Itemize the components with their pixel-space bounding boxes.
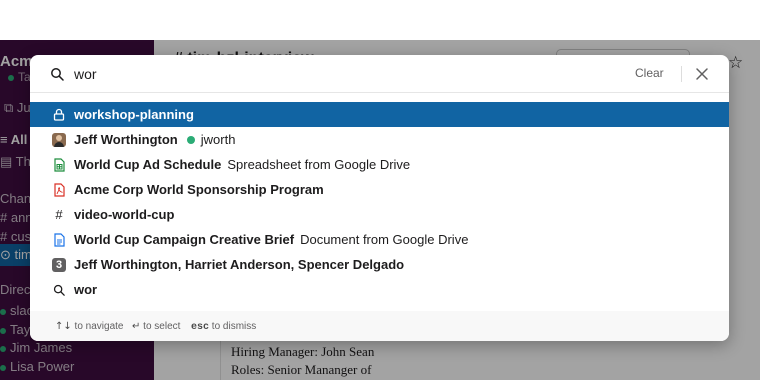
- result-item-file[interactable]: World Cup Campaign Creative Brief Docume…: [30, 227, 729, 252]
- result-item-user[interactable]: Jeff Worthington jworth: [30, 127, 729, 152]
- result-title: Jeff Worthington: [74, 132, 178, 147]
- search-icon: [52, 283, 66, 297]
- google-docs-icon: [52, 232, 66, 247]
- arrow-keys-icon: ↑↓: [55, 321, 72, 332]
- esc-key: esc: [191, 322, 210, 333]
- result-title: Acme Corp World Sponsorship Program: [74, 182, 324, 197]
- top-bar: [0, 0, 760, 40]
- avatar: [52, 132, 66, 147]
- close-icon[interactable]: [694, 66, 710, 82]
- result-item-file[interactable]: World Cup Ad Schedule Spreadsheet from G…: [30, 152, 729, 177]
- result-item-file[interactable]: Acme Corp World Sponsorship Program: [30, 177, 729, 202]
- result-subtitle: Document from Google Drive: [300, 232, 469, 247]
- divider: [681, 66, 682, 82]
- online-status-icon: [186, 135, 195, 144]
- keyboard-hints: ↑↓ to navigate ↵ to select esc to dismis…: [30, 311, 729, 341]
- search-row: Clear: [30, 55, 729, 93]
- result-item-search[interactable]: wor: [30, 277, 729, 302]
- result-title: video-world-cup: [74, 207, 175, 222]
- clear-button[interactable]: Clear: [635, 66, 664, 80]
- google-sheets-icon: [52, 157, 66, 172]
- hint-select: ↵ to select: [132, 321, 181, 332]
- group-count-badge: 3: [52, 257, 66, 272]
- result-subtitle: Spreadsheet from Google Drive: [227, 157, 411, 172]
- result-title: World Cup Ad Schedule: [74, 157, 222, 172]
- result-title: Jeff Worthington, Harriet Anderson, Spen…: [74, 257, 405, 272]
- result-subtitle: jworth: [200, 132, 236, 147]
- lock-icon: [52, 108, 66, 122]
- hint-dismiss: esc to dismiss: [191, 321, 257, 333]
- result-title: wor: [74, 282, 98, 297]
- search-input[interactable]: [74, 63, 614, 85]
- search-icon: [51, 68, 64, 81]
- hash-icon: #: [55, 207, 63, 222]
- enter-key-icon: ↵: [132, 321, 141, 332]
- hint-navigate: ↑↓ to navigate: [55, 321, 124, 332]
- result-item-channel[interactable]: workshop-planning: [30, 102, 729, 127]
- pdf-icon: [52, 182, 66, 197]
- result-item-group-dm[interactable]: 3 Jeff Worthington, Harriet Anderson, Sp…: [30, 252, 729, 277]
- result-item-channel[interactable]: # video-world-cup: [30, 202, 729, 227]
- result-title: World Cup Campaign Creative Brief: [74, 232, 295, 247]
- results-list: workshop-planning Jeff Worthington jwort…: [30, 102, 729, 302]
- quick-switcher-modal: Clear workshop-planning Jeff Worthington…: [30, 55, 729, 341]
- result-title: workshop-planning: [74, 107, 194, 122]
